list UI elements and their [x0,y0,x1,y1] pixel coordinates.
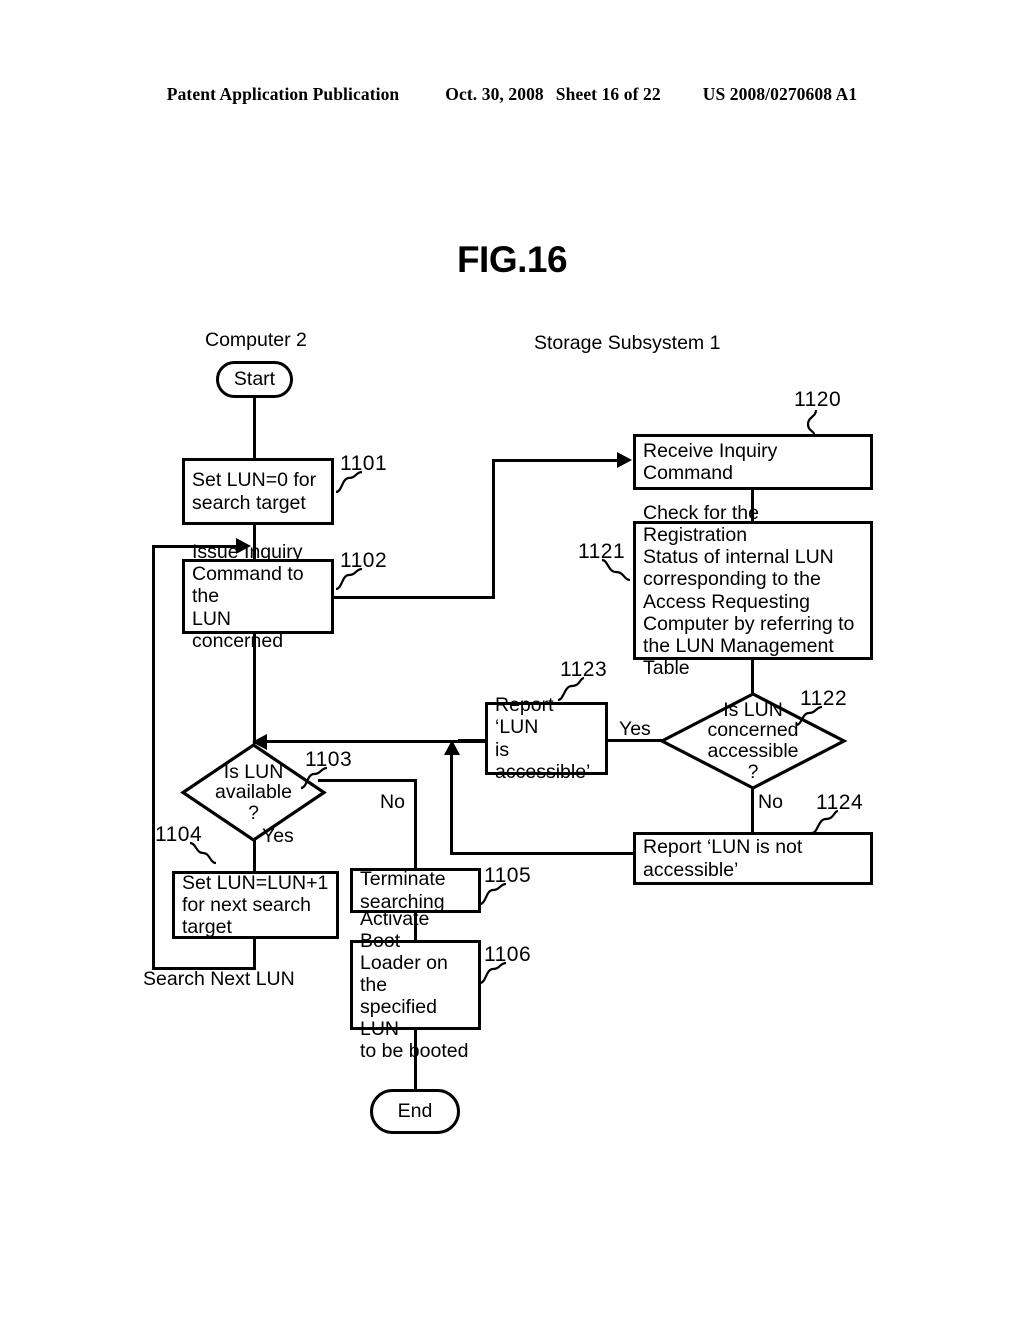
node-1102-label: Issue Inquiry Command to the LUN concern… [192,541,304,652]
leader-line-1104 [189,841,217,865]
leader-line-1103 [300,766,328,790]
arrowhead-into-1120 [617,452,632,468]
leader-line-1120 [806,409,818,435]
arrowhead-1124-into-return [444,740,460,755]
connector-1122-no-to-1124 [751,787,754,833]
node-1124-label: Report ‘LUN is not accessible’ [643,836,803,881]
node-1123-report-lun-accessible[interactable]: Report ‘LUN is accessible’ [485,694,608,783]
leader-line-1102 [335,567,363,591]
lane-label-storage: Storage Subsystem 1 [534,332,721,354]
connector-1124-left [450,852,637,855]
leader-line-1105 [479,882,507,906]
connector-1104-down [253,938,256,970]
connector-1123-left-stub [458,739,488,742]
node-1106-label: Activate Boot Loader on the specified LU… [360,907,469,1063]
node-end[interactable]: End [370,1089,460,1134]
connector-loopback-left [152,545,155,970]
leader-line-1121 [601,558,631,582]
note-search-next-lun: Search Next LUN [143,968,295,990]
connector-1102-to-1120-h2 [492,459,619,462]
lane-label-computer: Computer 2 [205,329,307,351]
node-1102-issue-inquiry-command[interactable]: Issue Inquiry Command to the LUN concern… [182,541,334,652]
node-1104-label: Set LUN=LUN+1 for next search target [182,871,329,939]
header-publication-text: Patent Application Publication [166,84,400,104]
node-1123-label: Report ‘LUN is accessible’ [495,694,591,783]
branch-label-yes-1122: Yes [619,718,651,740]
figure-title: FIG.16 [456,239,568,280]
leader-line-1124 [811,809,839,835]
node-1105-terminate-searching[interactable]: Terminate searching [350,868,481,913]
branch-label-no-1122: No [758,791,783,813]
node-1106-activate-boot-loader[interactable]: Activate Boot Loader on the specified LU… [350,908,481,1062]
connector-1103-yes-to-1104 [253,840,256,872]
connector-1103-no-down [414,779,417,869]
connector-1124-up [450,752,453,855]
node-1120-receive-inquiry-command[interactable]: Receive Inquiry Command [633,434,873,490]
branch-label-no-1103: No [380,791,405,813]
header-sheet-text: Sheet 16 of 22 [555,84,661,104]
node-1121-check-registration-status[interactable]: Check for the Registration Status of int… [633,502,873,679]
node-start-label: Start [233,368,276,390]
header-patent-number: US 2008/0270608 A1 [702,84,858,104]
header-date-text: Oct. 30, 2008 [445,84,544,104]
connector-1103-no-right [318,779,417,782]
node-1124-report-lun-not-accessible[interactable]: Report ‘LUN is not accessible’ [633,832,873,885]
node-1101-label: Set LUN=0 for search target [192,469,317,514]
connector-1102-to-1120-v [492,459,495,599]
branch-label-yes-1103: Yes [262,825,294,847]
node-end-label: End [397,1100,433,1122]
node-1104-increment-lun[interactable]: Set LUN=LUN+1 for next search target [172,871,339,939]
node-1105-label: Terminate searching [360,868,446,913]
leader-line-1101 [335,470,363,494]
node-1121-label: Check for the Registration Status of int… [643,502,855,679]
node-start[interactable]: Start [216,361,293,398]
leader-line-1106 [479,961,507,985]
leader-line-1123 [557,676,585,702]
node-1120-label: Receive Inquiry Command [643,439,778,484]
connector-1102-to-1120-h1 [333,596,495,599]
connector-start-to-1101 [253,394,256,460]
leader-line-1122 [795,705,823,727]
page-header: Patent Application Publication Oct. 30, … [0,84,1024,105]
node-1101-set-lun-zero[interactable]: Set LUN=0 for search target [182,458,334,525]
